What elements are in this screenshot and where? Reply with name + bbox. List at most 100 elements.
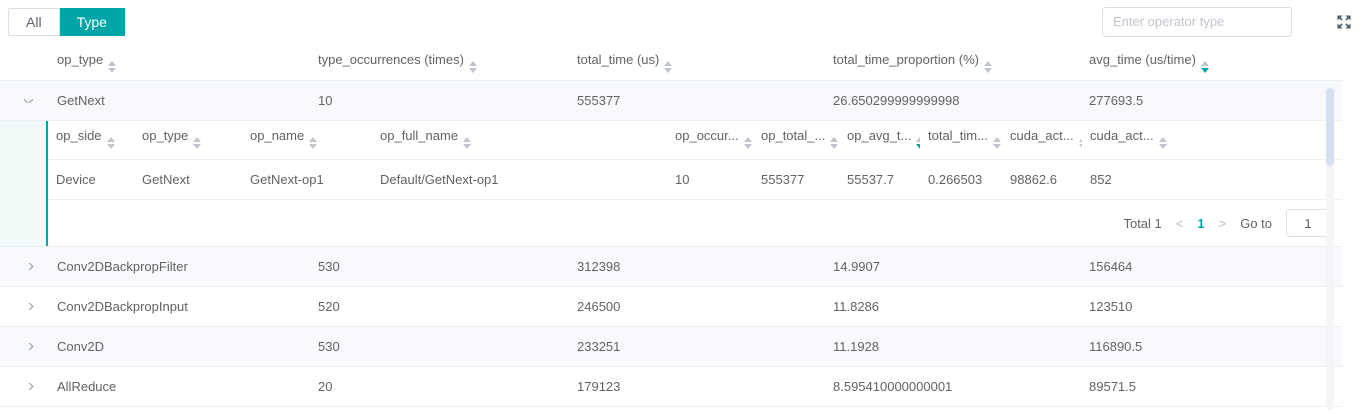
col-label: type_occurrences (times) xyxy=(318,52,464,67)
sort-caret-icon[interactable] xyxy=(309,133,317,153)
detail-data-row[interactable]: Device GetNext GetNext-op1 Default/GetNe… xyxy=(48,160,1342,200)
sort-caret-icon[interactable] xyxy=(469,57,477,77)
prev-page-icon[interactable]: < xyxy=(1176,216,1184,231)
cell-proportion: 11.8286 xyxy=(823,299,1079,314)
sort-caret-icon[interactable] xyxy=(830,133,838,153)
col-op-full-name[interactable]: op_full_name xyxy=(372,128,667,153)
table-row-conv2d[interactable]: Conv2D 530 233251 11.1928 116890.5 xyxy=(0,327,1342,367)
col-cuda-activity-2[interactable]: cuda_act... xyxy=(1082,128,1180,153)
expand-cell xyxy=(0,383,47,390)
operator-profiler-page: All Type op_type type_occurrences (times… xyxy=(0,0,1366,414)
cell-op-occurrences: 10 xyxy=(667,172,753,187)
sort-caret-icon[interactable] xyxy=(107,133,115,153)
sort-caret-icon[interactable] xyxy=(108,57,116,77)
col-label: op_type xyxy=(57,52,103,67)
sort-caret-icon[interactable] xyxy=(664,57,672,77)
expand-cell xyxy=(0,343,47,350)
col-op-occurrences[interactable]: op_occur... xyxy=(667,128,753,153)
detail-header-row: op_side op_type op_name op_full_name op_… xyxy=(48,121,1342,160)
operator-type-search-input[interactable] xyxy=(1102,7,1292,37)
col-op-side[interactable]: op_side xyxy=(48,128,134,153)
detail-table: op_side op_type op_name op_full_name op_… xyxy=(46,121,1342,246)
goto-label: Go to xyxy=(1240,216,1272,231)
table-row-conv2dbackpropfilter[interactable]: Conv2DBackpropFilter 530 312398 14.9907 … xyxy=(0,247,1342,287)
col-avg-time[interactable]: avg_time (us/time) xyxy=(1079,52,1342,77)
cell-total-time: 233251 xyxy=(567,339,823,354)
col-label: total_time (us) xyxy=(577,52,659,67)
chevron-down-icon[interactable] xyxy=(24,99,34,103)
cell-avg-time: 156464 xyxy=(1079,259,1342,274)
cell-op-type: AllReduce xyxy=(47,379,308,394)
cell-proportion: 14.9907 xyxy=(823,259,1079,274)
next-page-icon[interactable]: > xyxy=(1219,216,1227,231)
cell-total-time: 179123 xyxy=(567,379,823,394)
toolbar: All Type xyxy=(0,0,1366,36)
col-label: op_occur... xyxy=(675,128,739,143)
cell-cuda-activity-1: 98862.6 xyxy=(1002,172,1082,187)
col-label: avg_time (us/time) xyxy=(1089,52,1196,67)
goto-page-input[interactable] xyxy=(1286,209,1330,237)
table-header-row: op_type type_occurrences (times) total_t… xyxy=(0,48,1342,81)
cell-occurrences: 20 xyxy=(308,379,567,394)
cell-proportion: 26.650299999999998 xyxy=(823,93,1079,108)
table-row-getnext[interactable]: GetNext 10 555377 26.650299999999998 277… xyxy=(0,81,1342,121)
expanded-left-strip xyxy=(0,121,46,246)
col-cuda-activity-1[interactable]: cuda_act... xyxy=(1002,128,1082,153)
sort-caret-icon[interactable] xyxy=(193,133,201,153)
vertical-scrollbar-track[interactable] xyxy=(1326,88,1334,410)
detail-pagination: Total 1 < 1 > Go to xyxy=(48,200,1342,246)
sort-caret-icon[interactable] xyxy=(1159,133,1167,153)
tab-all[interactable]: All xyxy=(8,8,60,36)
cell-op-type: Conv2DBackpropFilter xyxy=(47,259,308,274)
col-type-occurrences[interactable]: type_occurrences (times) xyxy=(308,52,567,77)
col-op-name[interactable]: op_name xyxy=(242,128,372,153)
cell-total-time: 246500 xyxy=(567,299,823,314)
cell-op-type: GetNext xyxy=(134,172,242,187)
col-op-type[interactable]: op_type xyxy=(47,52,308,77)
chevron-right-icon[interactable] xyxy=(24,383,34,390)
cell-occurrences: 530 xyxy=(308,339,567,354)
col-label: op_name xyxy=(250,128,304,143)
tab-type[interactable]: Type xyxy=(60,8,125,36)
chevron-right-icon[interactable] xyxy=(24,303,34,310)
expanded-detail-section: op_side op_type op_name op_full_name op_… xyxy=(0,121,1342,247)
col-op-type[interactable]: op_type xyxy=(134,128,242,153)
col-label: op_type xyxy=(142,128,188,143)
cell-occurrences: 530 xyxy=(308,259,567,274)
table-row-allreduce[interactable]: AllReduce 20 179123 8.595410000000001 89… xyxy=(0,367,1342,407)
current-page[interactable]: 1 xyxy=(1197,216,1204,231)
col-label: op_avg_t... xyxy=(847,128,911,143)
chevron-right-icon[interactable] xyxy=(24,343,34,350)
cell-op-type: GetNext xyxy=(47,93,308,108)
col-label: op_side xyxy=(56,128,102,143)
cell-op-name: GetNext-op1 xyxy=(242,172,372,187)
cell-proportion: 11.1928 xyxy=(823,339,1079,354)
cell-op-full-name: Default/GetNext-op1 xyxy=(372,172,667,187)
col-op-total-time[interactable]: op_total_... xyxy=(753,128,839,153)
expand-cell xyxy=(0,263,47,270)
sort-caret-icon[interactable] xyxy=(984,57,992,77)
cell-total-time-prop: 0.266503 xyxy=(920,172,1002,187)
operator-type-table: op_type type_occurrences (times) total_t… xyxy=(0,48,1342,407)
col-total-time-prop[interactable]: total_tim... xyxy=(920,128,1002,153)
cell-op-avg-time: 55537.7 xyxy=(839,172,920,187)
col-total-time[interactable]: total_time (us) xyxy=(567,52,823,77)
sort-caret-icon[interactable] xyxy=(463,133,471,153)
sort-caret-icon[interactable] xyxy=(744,133,752,153)
chevron-right-icon[interactable] xyxy=(24,263,34,270)
col-label: op_full_name xyxy=(380,128,458,143)
table-row-conv2dbackpropinput[interactable]: Conv2DBackpropInput 520 246500 11.8286 1… xyxy=(0,287,1342,327)
col-label: total_time_proportion (%) xyxy=(833,52,979,67)
sort-caret-icon[interactable] xyxy=(1201,57,1209,77)
cell-avg-time: 123510 xyxy=(1079,299,1342,314)
col-label: cuda_act... xyxy=(1010,128,1074,143)
fullscreen-icon[interactable] xyxy=(1336,14,1352,30)
cell-op-type: Conv2D xyxy=(47,339,308,354)
col-total-time-proportion[interactable]: total_time_proportion (%) xyxy=(823,52,1079,77)
expand-cell xyxy=(0,99,47,103)
col-op-avg-time[interactable]: op_avg_t... xyxy=(839,128,920,153)
vertical-scrollbar-thumb[interactable] xyxy=(1326,88,1334,166)
cell-op-total-time: 555377 xyxy=(753,172,839,187)
sort-caret-icon[interactable] xyxy=(993,133,1001,153)
col-label: cuda_act... xyxy=(1090,128,1154,143)
